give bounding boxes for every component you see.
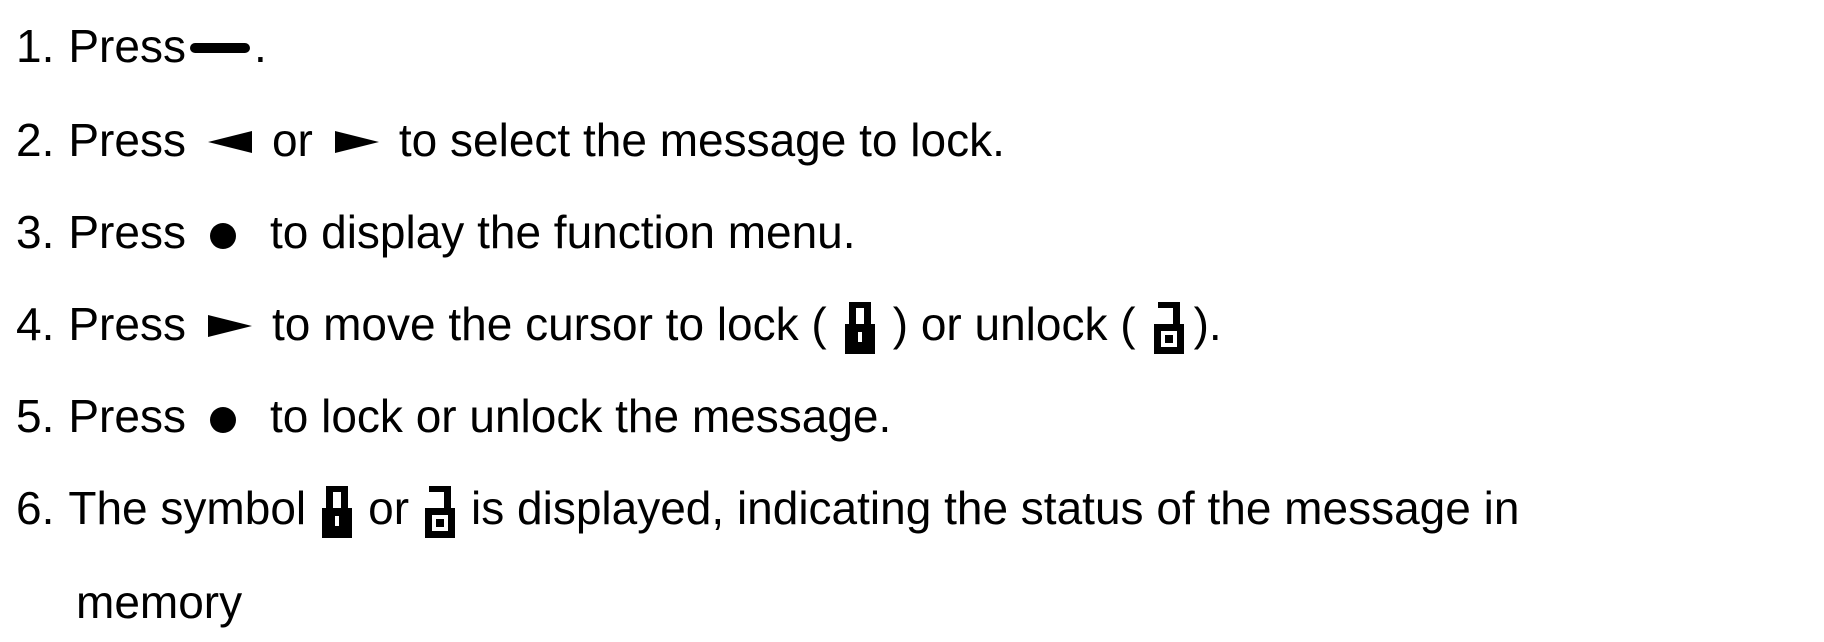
lock-icon [322,486,353,538]
step-text: to lock or unlock the message. [269,390,892,442]
lock-icon [844,302,875,354]
step-text: Press [68,390,186,442]
step-text: to select the message to lock. [398,114,1005,166]
step-text: to move the cursor to lock ( [271,298,827,350]
center-button-icon [209,407,236,433]
step-4: 4. Press to move the cursor to lock ( ) … [16,284,1222,364]
step-number: 3. [16,206,55,258]
step-6-continuation: memory [76,562,242,642]
step-2: 2. Press or to select the message to loc… [16,100,1005,180]
step-text: Press [68,206,186,258]
step-number: 4. [16,298,55,350]
step-text: or [368,482,410,534]
step-text: Press [68,114,186,166]
step-text: ) or unlock ( [892,298,1136,350]
step-text: or [271,114,313,166]
step-1: 1. Press . [16,6,267,86]
step-text: ). [1193,298,1222,350]
step-number: 6. [16,482,55,534]
left-arrow-icon [207,131,252,153]
right-arrow-icon [334,131,379,153]
unlock-icon [425,486,456,538]
step-number: 1. [16,20,55,72]
step-text: The symbol [68,482,307,534]
step-text: is displayed, indicating the status of t… [471,482,1520,534]
right-arrow-icon [207,315,252,337]
step-text: Press [68,20,186,72]
unlock-icon [1153,302,1184,354]
step-text: . [253,20,267,72]
step-text: memory [76,576,243,628]
step-number: 2. [16,114,55,166]
center-button-icon [209,223,236,249]
step-3: 3. Press to display the function menu. [16,192,856,272]
step-text: to display the function menu. [269,206,856,258]
step-number: 5. [16,390,55,442]
step-5: 5. Press to lock or unlock the message. [16,376,891,456]
step-6: 6. The symbol or is displayed, indicatin… [16,468,1519,548]
minus-button-icon [189,43,250,53]
step-text: Press [68,298,186,350]
